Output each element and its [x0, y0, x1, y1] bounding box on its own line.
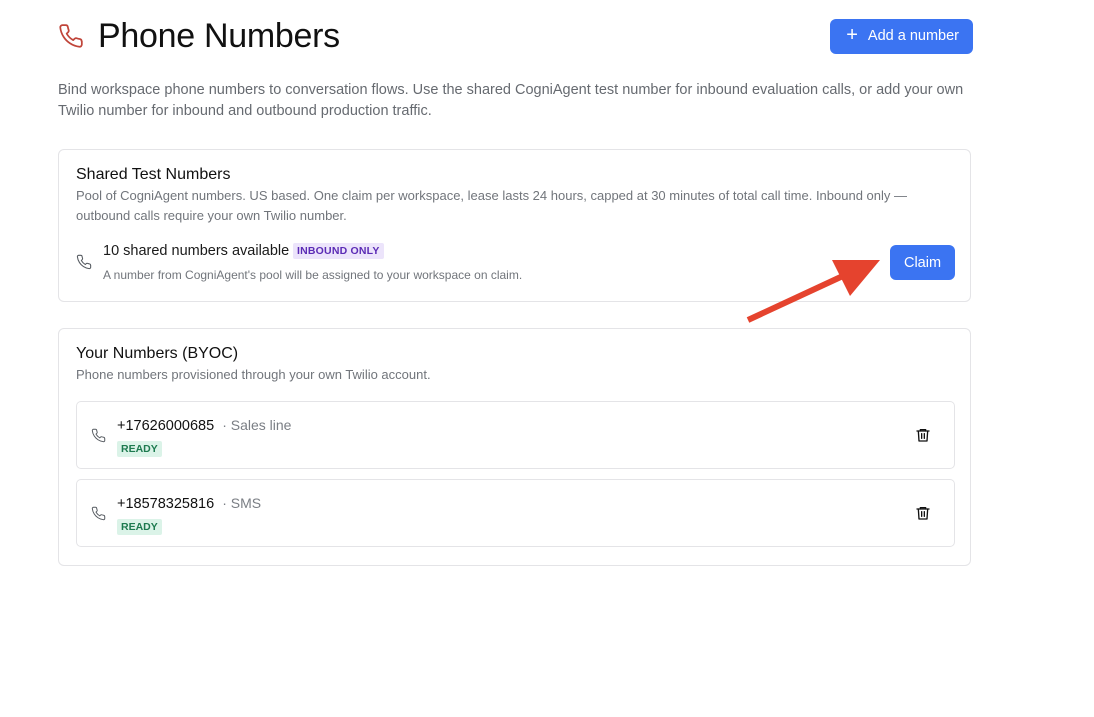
delete-number-button[interactable]	[914, 427, 932, 445]
page-description: Bind workspace phone numbers to conversa…	[58, 82, 964, 119]
number-line: +18578325816 · SMS	[117, 495, 261, 512]
page-header: Phone Numbers + Add a number	[58, 14, 973, 58]
delete-number-button[interactable]	[914, 505, 932, 523]
shared-card-title: Shared Test Numbers	[76, 166, 231, 183]
inbound-only-badge: INBOUND ONLY	[293, 243, 384, 259]
trash-icon	[915, 507, 931, 524]
phone-number-item[interactable]: +17626000685 · Sales line READY	[76, 401, 955, 469]
byoc-card-subtitle: Phone numbers provisioned through your o…	[76, 367, 431, 382]
phone-number-item[interactable]: +18578325816 · SMS READY	[76, 479, 955, 547]
trash-icon	[915, 429, 931, 446]
phone-icon	[76, 254, 92, 270]
phone-number-value: +18578325816	[117, 496, 215, 512]
plus-icon: +	[846, 24, 858, 46]
byoc-numbers-card: Your Numbers (BYOC) Phone numbers provis…	[58, 328, 971, 566]
byoc-card-title: Your Numbers (BYOC)	[76, 345, 239, 362]
number-line: +17626000685 · Sales line	[117, 417, 291, 434]
phone-icon	[58, 23, 84, 49]
add-number-button[interactable]: + Add a number	[830, 18, 973, 54]
title-wrap: Phone Numbers	[58, 17, 340, 56]
annotation-arrow-icon	[746, 260, 880, 323]
phone-number-label: · Sales line	[222, 417, 292, 433]
shared-card-subtitle: Pool of CogniAgent numbers. US based. On…	[76, 188, 908, 223]
page-title: Phone Numbers	[98, 16, 340, 55]
phone-numbers-page: Phone Numbers + Add a number Bind worksp…	[0, 0, 1094, 717]
add-number-label: Add a number	[867, 28, 959, 44]
phone-icon	[91, 428, 106, 443]
shared-pool-note: A number from CogniAgent's pool will be …	[103, 268, 523, 282]
phone-icon	[91, 506, 106, 521]
claim-button[interactable]: Claim	[890, 245, 955, 280]
shared-available-count: 10 shared numbers available	[103, 243, 290, 259]
ready-status-badge: READY	[117, 519, 162, 535]
phone-number-value: +17626000685	[117, 418, 215, 434]
ready-status-badge: READY	[117, 441, 162, 457]
phone-number-label: · SMS	[222, 495, 262, 511]
